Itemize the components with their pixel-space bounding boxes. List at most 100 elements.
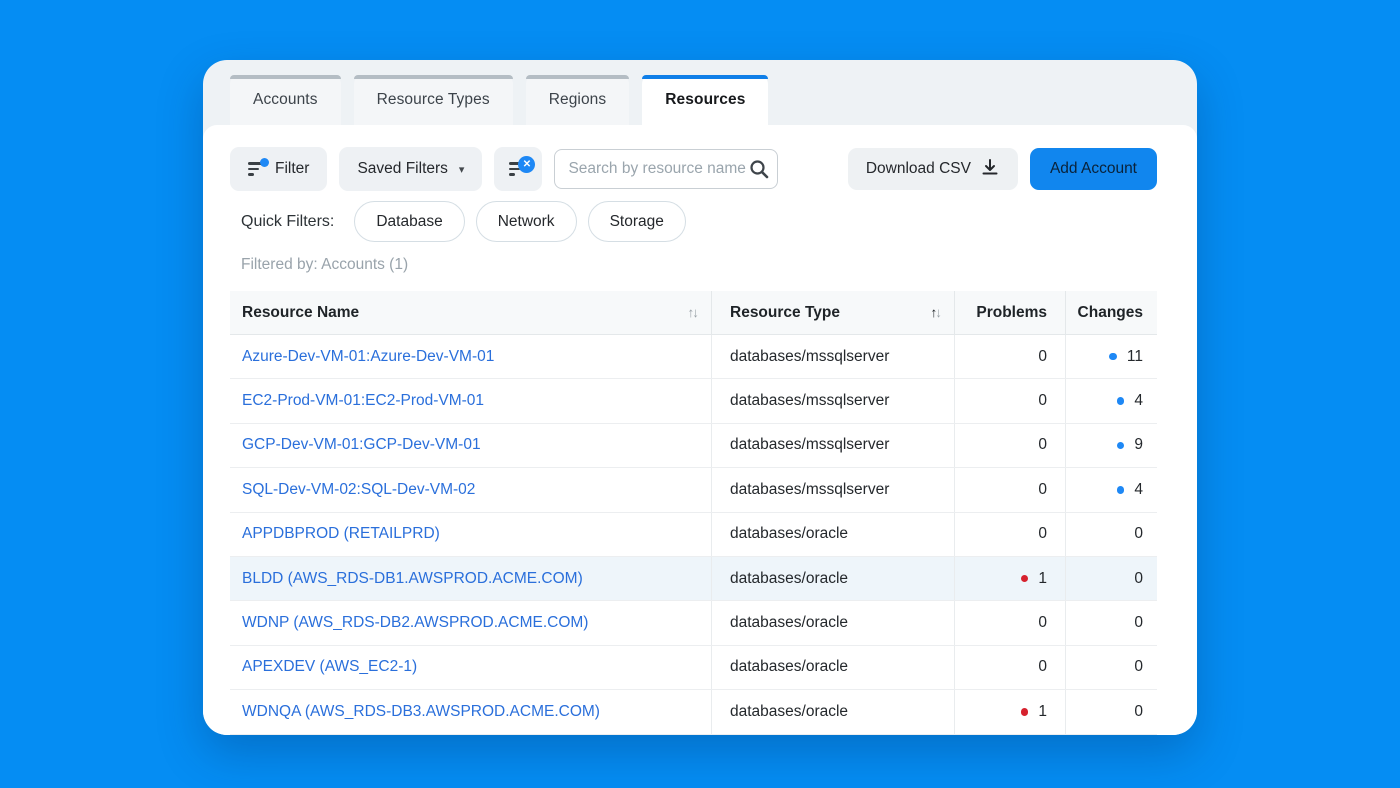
sort-icon-resource-name[interactable]: ↑↓ [688, 305, 698, 320]
problems-cell: 0 [955, 424, 1066, 467]
resource-name-link[interactable]: APEXDEV (AWS_EC2-1) [242, 658, 417, 676]
toolbar: Filter Saved Filters ▾ ✕ Dow [230, 147, 1157, 191]
download-csv-button[interactable]: Download CSV [848, 148, 1018, 190]
changes-cell: 0 [1066, 513, 1157, 556]
table-row[interactable]: APEXDEV (AWS_EC2-1) databases/oracle 0 0 [230, 646, 1157, 690]
problem-dot-icon [1021, 708, 1029, 716]
saved-filters-label: Saved Filters [357, 160, 447, 178]
problems-cell: 0 [955, 646, 1066, 689]
clear-filters-button[interactable]: ✕ [494, 147, 542, 191]
problems-cell: 0 [955, 335, 1066, 378]
problems-value: 0 [1038, 658, 1047, 676]
table-row[interactable]: WDNP (AWS_RDS-DB2.AWSPROD.ACME.COM) data… [230, 601, 1157, 645]
resource-name-header-label: Resource Name [242, 304, 359, 322]
resource-type-cell: databases/mssqlserver [712, 379, 955, 422]
quick-filter-network[interactable]: Network [476, 201, 577, 242]
resource-type-cell: databases/oracle [712, 601, 955, 644]
problems-value: 0 [1038, 436, 1047, 454]
problems-value: 0 [1038, 348, 1047, 366]
changes-value: 4 [1134, 392, 1143, 410]
changes-cell: 11 [1066, 335, 1157, 378]
add-account-button[interactable]: Add Account [1030, 148, 1157, 190]
changes-value: 0 [1134, 614, 1143, 632]
table-row[interactable]: WDNQA (AWS_RDS-DB3.AWSPROD.ACME.COM) dat… [230, 690, 1157, 734]
resource-name-cell: SQL-Dev-VM-02:SQL-Dev-VM-02 [230, 468, 712, 511]
changes-value: 0 [1134, 570, 1143, 588]
table-row[interactable]: APPDBPROD (RETAILPRD) databases/oracle 0… [230, 513, 1157, 557]
column-header-changes[interactable]: Changes [1066, 291, 1157, 334]
download-csv-label: Download CSV [866, 160, 971, 178]
resource-type-cell: databases/oracle [712, 646, 955, 689]
changes-cell: 0 [1066, 557, 1157, 600]
problem-dot-icon [1021, 575, 1029, 583]
resource-type-header-label: Resource Type [730, 304, 840, 322]
tab-accounts-label: Accounts [253, 91, 318, 109]
resource-name-cell: WDNQA (AWS_RDS-DB3.AWSPROD.ACME.COM) [230, 690, 712, 733]
tab-resource-types[interactable]: Resource Types [354, 75, 513, 125]
resource-name-cell: EC2-Prod-VM-01:EC2-Prod-VM-01 [230, 379, 712, 422]
change-dot-icon [1117, 397, 1125, 405]
problems-value: 0 [1038, 614, 1047, 632]
changes-value: 11 [1127, 348, 1143, 366]
resource-name-cell: GCP-Dev-VM-01:GCP-Dev-VM-01 [230, 424, 712, 467]
tab-bar: Accounts Resource Types Regions Resource… [203, 60, 1197, 125]
changes-value: 0 [1134, 703, 1143, 721]
problems-cell: 0 [955, 468, 1066, 511]
problems-value: 0 [1038, 481, 1047, 499]
search-icon [748, 158, 770, 185]
table-row[interactable]: SQL-Dev-VM-02:SQL-Dev-VM-02 databases/ms… [230, 468, 1157, 512]
table-row[interactable]: BLDD (AWS_RDS-DB1.AWSPROD.ACME.COM) data… [230, 557, 1157, 601]
resource-name-link[interactable]: GCP-Dev-VM-01:GCP-Dev-VM-01 [242, 436, 481, 454]
clear-filter-icon: ✕ [509, 162, 527, 176]
quick-filters-label: Quick Filters: [241, 213, 334, 231]
resource-name-cell: APEXDEV (AWS_EC2-1) [230, 646, 712, 689]
sort-icon-resource-type[interactable]: ↑↓ [931, 305, 941, 320]
change-dot-icon [1117, 442, 1125, 450]
table-row[interactable]: GCP-Dev-VM-01:GCP-Dev-VM-01 databases/ms… [230, 424, 1157, 468]
resource-type-cell: databases/oracle [712, 557, 955, 600]
resources-table: Resource Name ↑↓ Resource Type ↑↓ Proble… [230, 291, 1157, 735]
resource-name-link[interactable]: Azure-Dev-VM-01:Azure-Dev-VM-01 [242, 348, 494, 366]
resource-type-cell: databases/oracle [712, 513, 955, 556]
filtered-by-text: Filtered by: Accounts (1) [230, 256, 1157, 274]
changes-value: 4 [1134, 481, 1143, 499]
search-input[interactable] [554, 149, 778, 189]
table-row[interactable]: EC2-Prod-VM-01:EC2-Prod-VM-01 databases/… [230, 379, 1157, 423]
resource-name-link[interactable]: WDNP (AWS_RDS-DB2.AWSPROD.ACME.COM) [242, 614, 588, 632]
changes-value: 0 [1134, 658, 1143, 676]
resource-name-cell: APPDBPROD (RETAILPRD) [230, 513, 712, 556]
column-header-resource-type[interactable]: Resource Type ↑↓ [712, 291, 955, 334]
tab-accounts[interactable]: Accounts [230, 75, 341, 125]
column-header-resource-name[interactable]: Resource Name ↑↓ [230, 291, 712, 334]
tab-resources[interactable]: Resources [642, 75, 768, 125]
column-header-problems[interactable]: Problems [955, 291, 1066, 334]
resource-name-link[interactable]: BLDD (AWS_RDS-DB1.AWSPROD.ACME.COM) [242, 570, 583, 588]
download-icon [980, 157, 1000, 182]
changes-cell: 4 [1066, 379, 1157, 422]
quick-filter-database[interactable]: Database [354, 201, 464, 242]
tab-resources-label: Resources [665, 91, 745, 109]
change-dot-icon [1109, 353, 1117, 361]
toolbar-right: Download CSV Add Account [848, 148, 1157, 190]
problems-cell: 0 [955, 379, 1066, 422]
changes-cell: 0 [1066, 601, 1157, 644]
resource-type-cell: databases/oracle [712, 690, 955, 733]
resource-type-cell: databases/mssqlserver [712, 424, 955, 467]
resource-name-link[interactable]: APPDBPROD (RETAILPRD) [242, 525, 440, 543]
resource-name-link[interactable]: SQL-Dev-VM-02:SQL-Dev-VM-02 [242, 481, 475, 499]
toolbar-left: Filter Saved Filters ▾ ✕ [230, 147, 778, 191]
filter-button-label: Filter [275, 160, 309, 178]
tab-regions[interactable]: Regions [526, 75, 630, 125]
table-row[interactable]: Azure-Dev-VM-01:Azure-Dev-VM-01 database… [230, 335, 1157, 379]
quick-filter-storage[interactable]: Storage [588, 201, 686, 242]
saved-filters-dropdown[interactable]: Saved Filters ▾ [339, 147, 482, 191]
filter-button[interactable]: Filter [230, 147, 327, 191]
resource-name-link[interactable]: WDNQA (AWS_RDS-DB3.AWSPROD.ACME.COM) [242, 703, 600, 721]
page: { "colors": { "page_background": "#058df… [0, 0, 1400, 788]
problems-cell: 0 [955, 513, 1066, 556]
resource-type-cell: databases/mssqlserver [712, 335, 955, 378]
quick-filters-row: Quick Filters: Database Network Storage [230, 201, 1157, 242]
problems-value: 0 [1038, 525, 1047, 543]
resource-name-link[interactable]: EC2-Prod-VM-01:EC2-Prod-VM-01 [242, 392, 484, 410]
main-card: Accounts Resource Types Regions Resource… [203, 60, 1197, 735]
